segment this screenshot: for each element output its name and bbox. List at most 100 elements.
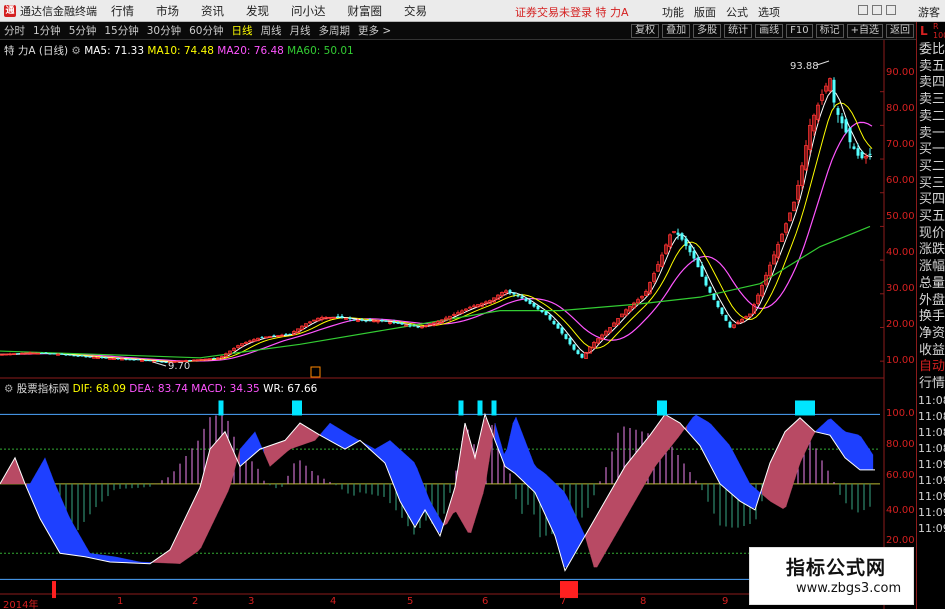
candle-body [352, 319, 356, 321]
trend-ribbon [593, 514, 598, 568]
trend-ribbon [341, 430, 346, 450]
trend-ribbon [857, 434, 862, 471]
trend-ribbon [638, 444, 643, 495]
trend-ribbon [182, 516, 187, 562]
date-tick: 2014年 [3, 600, 39, 609]
trend-ribbon [617, 472, 622, 532]
trade-time: 11:09 [918, 489, 945, 503]
quote-field-label: 卖四 [919, 75, 945, 91]
panel-r-text: R [933, 22, 939, 31]
panel-l-label[interactable]: L [920, 24, 928, 38]
date-tick: 1 [117, 596, 124, 607]
price-tick: 80.00 [886, 103, 915, 114]
trend-ribbon [785, 427, 790, 507]
kline-chart[interactable]: 93.88 9.70 [0, 0, 916, 609]
candle-body [720, 307, 724, 314]
candle-body [392, 321, 396, 324]
trade-time: 11:08 [918, 425, 945, 439]
date-tick: 3 [248, 596, 255, 607]
guest-label[interactable]: 游客 [918, 4, 940, 20]
trades-label[interactable]: 行情 [917, 376, 945, 393]
candle-body [532, 303, 536, 307]
candle-body [416, 326, 420, 328]
quote-field-label: 卖五 [919, 58, 945, 74]
trend-ribbon [395, 445, 400, 499]
low-annotation: 9.70 [168, 361, 190, 372]
date-tick: 9 [722, 596, 729, 607]
auto-label[interactable]: 自动 [917, 359, 945, 376]
ma5-value: MA5: 71.33 [84, 45, 145, 57]
trend-ribbon [332, 424, 337, 445]
trend-ribbon [794, 419, 799, 479]
date-tick: 4 [330, 596, 337, 607]
trend-ribbon [656, 420, 661, 465]
candle-body [516, 295, 520, 297]
candle-body [512, 292, 516, 295]
trend-ribbon [791, 422, 796, 489]
trend-ribbon [209, 445, 214, 530]
trend-ribbon [77, 531, 82, 557]
trend-ribbon [545, 474, 550, 523]
candle-body [80, 355, 84, 357]
candle-body [380, 320, 384, 322]
trend-ribbon [560, 488, 565, 568]
trend-ribbon [644, 437, 649, 485]
candle-body [544, 311, 548, 316]
trade-times: 11:08 11:08 11:08 11:08 11:09 11:09 11:09 11:09… [917, 393, 945, 537]
trend-ribbon [245, 438, 250, 462]
settings-icon[interactable]: ⚙ [4, 383, 13, 395]
panel-r-label[interactable]: R100 [933, 22, 945, 40]
candle-body [272, 335, 276, 337]
trend-ribbon [659, 416, 664, 461]
trend-ribbon [728, 443, 733, 495]
trend-ribbon [707, 421, 712, 467]
candle-body [400, 322, 404, 325]
trend-ribbon [854, 433, 859, 469]
trend-ribbon [797, 418, 802, 470]
candle-body [104, 357, 108, 359]
indicator-name: 股票指标网 [16, 383, 70, 395]
trend-ribbon [653, 425, 658, 469]
candle-body [524, 298, 528, 302]
date-tick: 2 [192, 596, 199, 607]
settings-icon[interactable]: ⚙ [71, 45, 80, 57]
quote-field-label: 总量 [919, 275, 945, 291]
trend-ribbon [197, 483, 202, 552]
ma10-value: MA10: 74.48 [147, 45, 214, 57]
trend-ribbon [470, 443, 475, 533]
date-tick: 8 [640, 596, 647, 607]
trend-ribbon [62, 502, 67, 555]
trend-ribbon [650, 429, 655, 474]
high-annotation: 93.88 [790, 61, 819, 72]
trend-ribbon [83, 542, 88, 558]
trend-ribbon [521, 432, 526, 484]
quote-field-label: 净资 [919, 325, 945, 341]
trend-ribbon [218, 434, 223, 511]
trend-ribbon [467, 433, 472, 533]
date-tick: 7 [560, 596, 567, 607]
candle-body [856, 148, 860, 156]
trend-ribbon [464, 423, 469, 533]
trend-ribbon [419, 475, 424, 520]
candle-body [848, 127, 852, 143]
watermark-url: www.zbgs3.com [796, 581, 902, 596]
trend-ribbon [65, 509, 70, 555]
trend-ribbon [335, 426, 340, 447]
candle-body [128, 359, 132, 361]
high-pointer [816, 60, 830, 66]
quote-field-label: 买二 [919, 158, 945, 174]
candle-body [340, 315, 344, 318]
indicator-info: ⚙ 股票指标网 DIF: 68.09 DEA: 83.74 MACD: 34.3… [4, 381, 317, 396]
candle-body [712, 293, 716, 300]
candle-body [212, 358, 216, 360]
trend-ribbon [566, 496, 571, 568]
trend-ribbon [719, 433, 724, 487]
candle-body [728, 321, 732, 328]
trend-ribbon [251, 431, 256, 457]
trend-ribbon [215, 438, 220, 517]
trend-ribbon [722, 437, 727, 490]
quote-side-panel: L R100 委比卖五卖四卖三卖二卖一买一买二买三买四买五现价涨跌涨幅总量外盘换… [916, 22, 945, 609]
trend-ribbon [512, 416, 517, 475]
price-tick: 50.00 [886, 211, 915, 222]
candle-body [44, 352, 48, 354]
